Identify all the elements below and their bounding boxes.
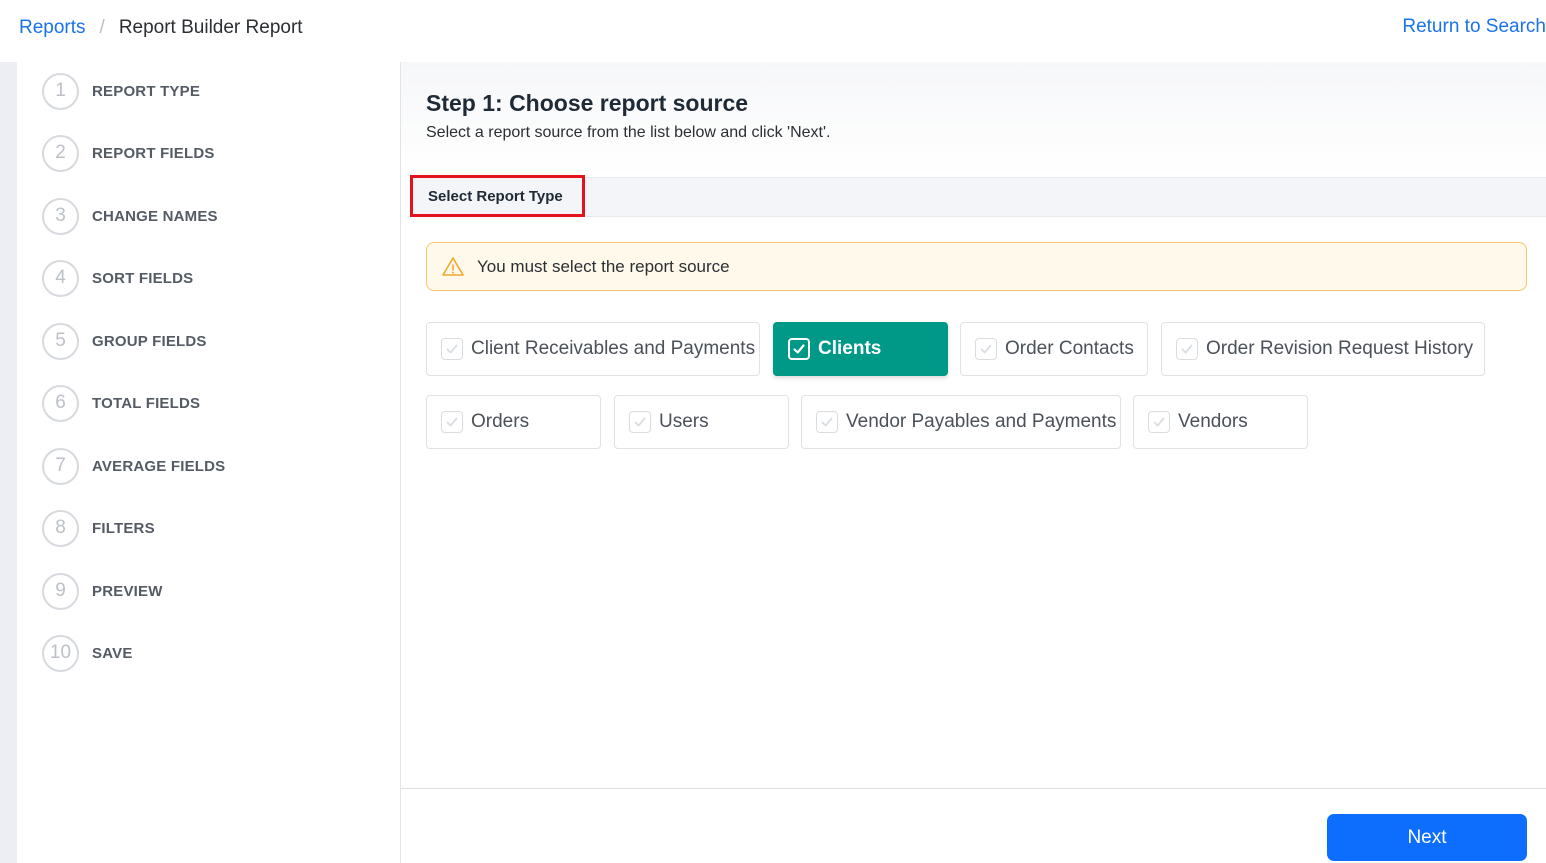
step-group-fields[interactable]: 5 GROUP FIELDS (42, 322, 207, 360)
step-label: REPORT FIELDS (92, 144, 215, 162)
wizard-steps-sidebar: 1 REPORT TYPE 2 REPORT FIELDS 3 CHANGE N… (17, 62, 401, 863)
step-sort-fields[interactable]: 4 SORT FIELDS (42, 259, 193, 297)
step-number-badge: 1 (42, 72, 79, 110)
checkbox-icon (1148, 411, 1170, 433)
option-clients[interactable]: Clients (773, 322, 948, 376)
step-save[interactable]: 10 SAVE (42, 634, 133, 672)
next-button[interactable]: Next (1327, 814, 1527, 861)
step-label: REPORT TYPE (92, 82, 201, 100)
breadcrumb: Reports / Report Builder Report (19, 17, 303, 39)
section-header-bar: Select Report Type (410, 175, 1546, 217)
step-change-names[interactable]: 3 CHANGE NAMES (42, 197, 218, 235)
option-client-receivables-and-payments[interactable]: Client Receivables and Payments (426, 322, 760, 376)
step-number-badge: 3 (42, 197, 79, 235)
step-number-badge: 2 (42, 134, 79, 172)
step-label: GROUP FIELDS (92, 332, 207, 350)
step-total-fields[interactable]: 6 TOTAL FIELDS (42, 384, 200, 422)
checkbox-icon (441, 411, 463, 433)
step-label: AVERAGE FIELDS (92, 457, 226, 475)
breadcrumb-reports-link[interactable]: Reports (19, 17, 86, 39)
step-label: SORT FIELDS (92, 269, 194, 287)
warning-alert: You must select the report source (426, 242, 1527, 291)
step-number-badge: 6 (42, 384, 79, 422)
step-preview[interactable]: 9 PREVIEW (42, 572, 163, 610)
option-label: Clients (818, 338, 882, 359)
option-vendor-payables-and-payments[interactable]: Vendor Payables and Payments (801, 395, 1121, 449)
step-number-badge: 10 (42, 634, 79, 672)
step-label: SAVE (92, 644, 133, 662)
option-vendors[interactable]: Vendors (1133, 395, 1308, 449)
step-report-type[interactable]: 1 REPORT TYPE (42, 72, 200, 110)
step-label: CHANGE NAMES (92, 207, 218, 225)
breadcrumb-current: Report Builder Report (118, 17, 303, 38)
main-panel: Step 1: Choose report source Select a re… (401, 62, 1546, 863)
alert-message: You must select the report source (477, 256, 730, 276)
section-title-highlighted: Select Report Type (410, 175, 585, 217)
option-order-revision-request-history[interactable]: Order Revision Request History (1161, 322, 1485, 376)
option-orders[interactable]: Orders (426, 395, 601, 449)
step-label: FILTERS (92, 519, 155, 537)
option-label: Client Receivables and Payments (471, 338, 756, 359)
return-to-search-link[interactable]: Return to Search (1402, 16, 1546, 38)
checkbox-icon (629, 411, 651, 433)
checkbox-icon (975, 338, 997, 360)
step-number-badge: 7 (42, 447, 79, 485)
step-number-badge: 9 (42, 572, 79, 610)
option-label: Users (659, 411, 709, 432)
checkbox-checked-icon (788, 338, 810, 360)
option-label: Orders (471, 411, 530, 432)
option-users[interactable]: Users (614, 395, 789, 449)
footer-divider (401, 788, 1546, 789)
page-subtitle: Select a report source from the list bel… (426, 124, 831, 141)
checkbox-icon (1176, 338, 1198, 360)
step-number-badge: 5 (42, 322, 79, 360)
checkbox-icon (816, 411, 838, 433)
step-number-badge: 8 (42, 509, 79, 547)
option-label: Vendor Payables and Payments (846, 411, 1117, 432)
step-number-badge: 4 (42, 259, 79, 297)
step-average-fields[interactable]: 7 AVERAGE FIELDS (42, 447, 225, 485)
option-label: Vendors (1178, 411, 1248, 432)
step-report-fields[interactable]: 2 REPORT FIELDS (42, 134, 215, 172)
left-gutter (0, 62, 17, 863)
step-label: TOTAL FIELDS (92, 394, 201, 412)
breadcrumb-separator: / (99, 17, 105, 38)
option-label: Order Contacts (1005, 338, 1134, 359)
warning-triangle-icon (441, 255, 465, 279)
main-header (401, 62, 1546, 177)
checkbox-icon (441, 338, 463, 360)
option-order-contacts[interactable]: Order Contacts (960, 322, 1148, 376)
option-label: Order Revision Request History (1206, 338, 1474, 359)
step-filters[interactable]: 8 FILTERS (42, 509, 155, 547)
step-label: PREVIEW (92, 582, 163, 600)
top-bar: Reports / Report Builder Report Return t… (0, 0, 1546, 62)
page-title: Step 1: Choose report source (426, 90, 749, 116)
